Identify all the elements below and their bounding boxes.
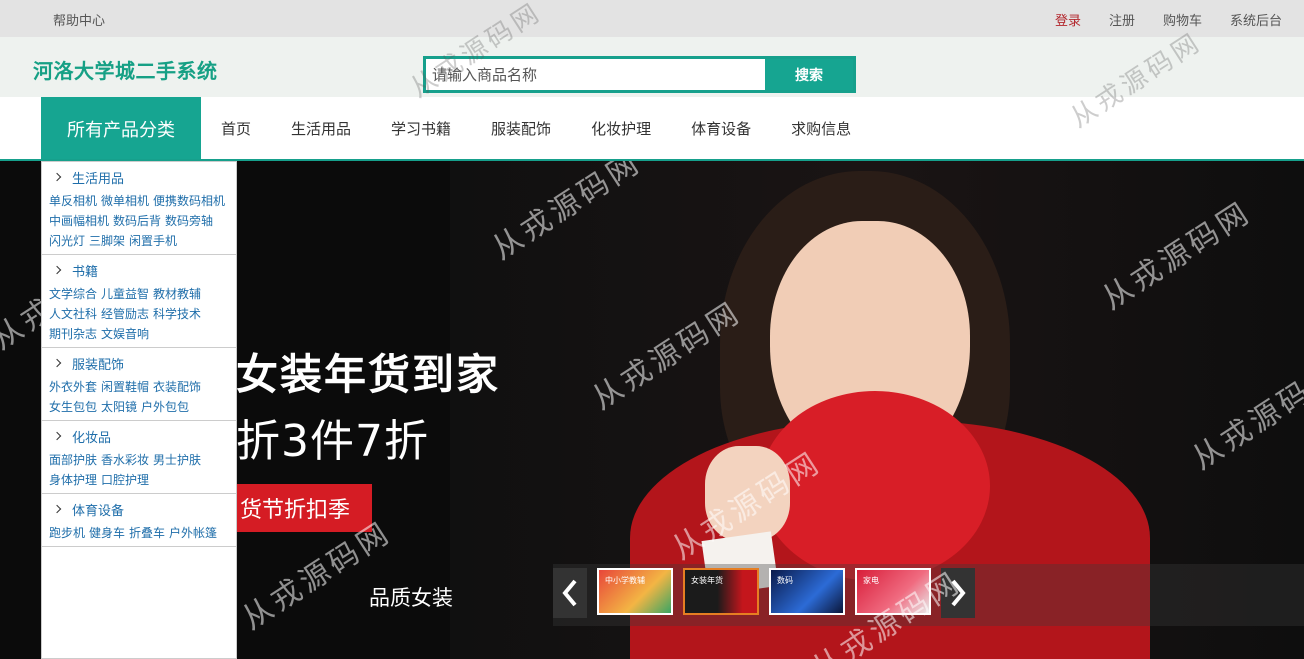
banner-tag: 货节折扣季 (236, 484, 372, 532)
carousel-next-button[interactable] (941, 568, 975, 618)
category-link[interactable]: 便携数码相机 (153, 194, 225, 208)
category-group: 化妆品 面部护肤 香水彩妆 男士护肤 身体护理 口腔护理 (42, 421, 236, 494)
category-link[interactable]: 身体护理 (49, 473, 97, 487)
chevron-right-icon (951, 579, 966, 607)
category-link[interactable]: 衣装配饰 (153, 380, 201, 394)
chevron-right-icon (52, 431, 62, 441)
chevron-right-icon (52, 504, 62, 514)
category-link[interactable]: 科学技术 (153, 307, 201, 321)
category-header[interactable]: 体育设备 (42, 498, 236, 520)
category-link[interactable]: 男士护肤 (153, 453, 201, 467)
thumbnail-label: 数码 (777, 576, 793, 585)
category-link[interactable]: 户外包包 (141, 400, 189, 414)
help-center-link[interactable]: 帮助中心 (53, 10, 105, 29)
nav-item-clothing[interactable]: 服装配饰 (471, 118, 571, 139)
category-link[interactable]: 文娱音响 (101, 327, 149, 341)
category-link[interactable]: 教材教辅 (153, 287, 201, 301)
chevron-right-icon (52, 358, 62, 368)
category-header[interactable]: 化妆品 (42, 425, 236, 447)
category-link[interactable]: 健身车 (89, 526, 125, 540)
nav-item-sports[interactable]: 体育设备 (671, 118, 771, 139)
search-input[interactable] (426, 59, 765, 90)
category-link[interactable]: 中画幅相机 (49, 214, 109, 228)
admin-link[interactable]: 系统后台 (1230, 10, 1282, 29)
category-link[interactable]: 折叠车 (129, 526, 165, 540)
all-categories-button[interactable]: 所有产品分类 (41, 97, 201, 161)
nav-item-books[interactable]: 学习书籍 (371, 118, 471, 139)
carousel-thumbnail-1[interactable]: 中小学教辅 (597, 568, 673, 615)
banner-caption: 品质女装 (369, 586, 453, 610)
category-link[interactable]: 闲置手机 (129, 234, 177, 248)
category-link[interactable]: 三脚架 (89, 234, 125, 248)
category-link[interactable]: 经管励志 (101, 307, 149, 321)
category-header[interactable]: 生活用品 (42, 166, 236, 188)
top-links: 登录 注册 购物车 系统后台 (1055, 10, 1282, 29)
category-link[interactable]: 人文社科 (49, 307, 97, 321)
category-title: 体育设备 (72, 503, 125, 519)
banner-model-scarf (760, 391, 990, 581)
category-group: 体育设备 跑步机 健身车 折叠车 户外帐篷 (42, 494, 236, 547)
category-group: 服装配饰 外衣外套 闲置鞋帽 衣装配饰 女生包包 太阳镜 户外包包 (42, 348, 236, 421)
nav-item-wanted[interactable]: 求购信息 (771, 118, 871, 139)
category-link[interactable]: 闪光灯 (49, 234, 85, 248)
nav-item-home[interactable]: 首页 (201, 118, 271, 139)
category-link[interactable]: 闲置鞋帽 (101, 380, 149, 394)
category-link[interactable]: 文学综合 (49, 287, 97, 301)
site-logo-title[interactable]: 河洛大学城二手系统 (33, 55, 218, 84)
category-title: 化妆品 (72, 430, 112, 446)
nav-item-daily[interactable]: 生活用品 (271, 118, 371, 139)
carousel-thumbnail-2[interactable]: 女装年货 (683, 568, 759, 615)
search-box: 搜索 (423, 56, 856, 93)
search-button[interactable]: 搜索 (765, 59, 853, 90)
category-title: 生活用品 (72, 171, 125, 187)
top-bar: 帮助中心 登录 注册 购物车 系统后台 (0, 0, 1304, 37)
category-header[interactable]: 服装配饰 (42, 352, 236, 374)
category-links: 跑步机 健身车 折叠车 户外帐篷 (42, 520, 236, 543)
category-links: 外衣外套 闲置鞋帽 衣装配饰 女生包包 太阳镜 户外包包 (42, 374, 236, 417)
carousel-thumbnail-3[interactable]: 数码 (769, 568, 845, 615)
carousel-prev-button[interactable] (553, 568, 587, 618)
category-links: 文学综合 儿童益智 教材教辅 人文社科 经管励志 科学技术 期刊杂志 文娱音响 (42, 281, 236, 344)
banner-subline: 折3件7折 (236, 416, 429, 467)
category-link[interactable]: 香水彩妆 (101, 453, 149, 467)
category-link[interactable]: 期刊杂志 (49, 327, 97, 341)
thumbnail-label: 女装年货 (691, 576, 723, 585)
chevron-right-icon (52, 265, 62, 275)
category-link[interactable]: 微单相机 (101, 194, 149, 208)
category-link[interactable]: 儿童益智 (101, 287, 149, 301)
category-link[interactable]: 外衣外套 (49, 380, 97, 394)
nav-items: 首页 生活用品 学习书籍 服装配饰 化妆护理 体育设备 求购信息 (201, 97, 871, 159)
category-link[interactable]: 单反相机 (49, 194, 97, 208)
category-link[interactable]: 面部护肤 (49, 453, 97, 467)
category-links: 面部护肤 香水彩妆 男士护肤 身体护理 口腔护理 (42, 447, 236, 490)
carousel-thumbnail-4[interactable]: 家电 (855, 568, 931, 615)
category-title: 书籍 (72, 264, 99, 280)
cart-link[interactable]: 购物车 (1163, 10, 1202, 29)
banner-model-hand (705, 446, 790, 541)
category-dropdown: 生活用品 单反相机 微单相机 便携数码相机 中画幅相机 数码后背 数码旁轴 闪光灯 三脚架… (41, 161, 237, 659)
category-header[interactable]: 书籍 (42, 259, 236, 281)
category-group: 生活用品 单反相机 微单相机 便携数码相机 中画幅相机 数码后背 数码旁轴 闪光灯 三脚架… (42, 162, 236, 255)
category-title: 服装配饰 (72, 357, 125, 373)
category-link[interactable]: 太阳镜 (101, 400, 137, 414)
chevron-right-icon (52, 172, 62, 182)
nav-item-cosmetics[interactable]: 化妆护理 (571, 118, 671, 139)
site-header: 河洛大学城二手系统 搜索 (0, 37, 1304, 97)
category-group: 书籍 文学综合 儿童益智 教材教辅 人文社科 经管励志 科学技术 期刊杂志 文娱音响 (42, 255, 236, 348)
login-link[interactable]: 登录 (1055, 10, 1081, 29)
main-nav: 所有产品分类 首页 生活用品 学习书籍 服装配饰 化妆护理 体育设备 求购信息 (0, 97, 1304, 161)
category-link[interactable]: 女生包包 (49, 400, 97, 414)
banner-headline: 女装年货到家 (236, 350, 501, 399)
category-links: 单反相机 微单相机 便携数码相机 中画幅相机 数码后背 数码旁轴 闪光灯 三脚架 闲置手机 (42, 188, 236, 251)
register-link[interactable]: 注册 (1109, 10, 1135, 29)
category-link[interactable]: 数码后背 (113, 214, 161, 228)
category-link[interactable]: 户外帐篷 (169, 526, 217, 540)
category-link[interactable]: 数码旁轴 (165, 214, 213, 228)
thumbnail-label: 家电 (863, 576, 879, 585)
chevron-left-icon (562, 579, 577, 607)
thumbnail-label: 中小学教辅 (605, 576, 645, 585)
category-link[interactable]: 跑步机 (49, 526, 85, 540)
category-link[interactable]: 口腔护理 (101, 473, 149, 487)
